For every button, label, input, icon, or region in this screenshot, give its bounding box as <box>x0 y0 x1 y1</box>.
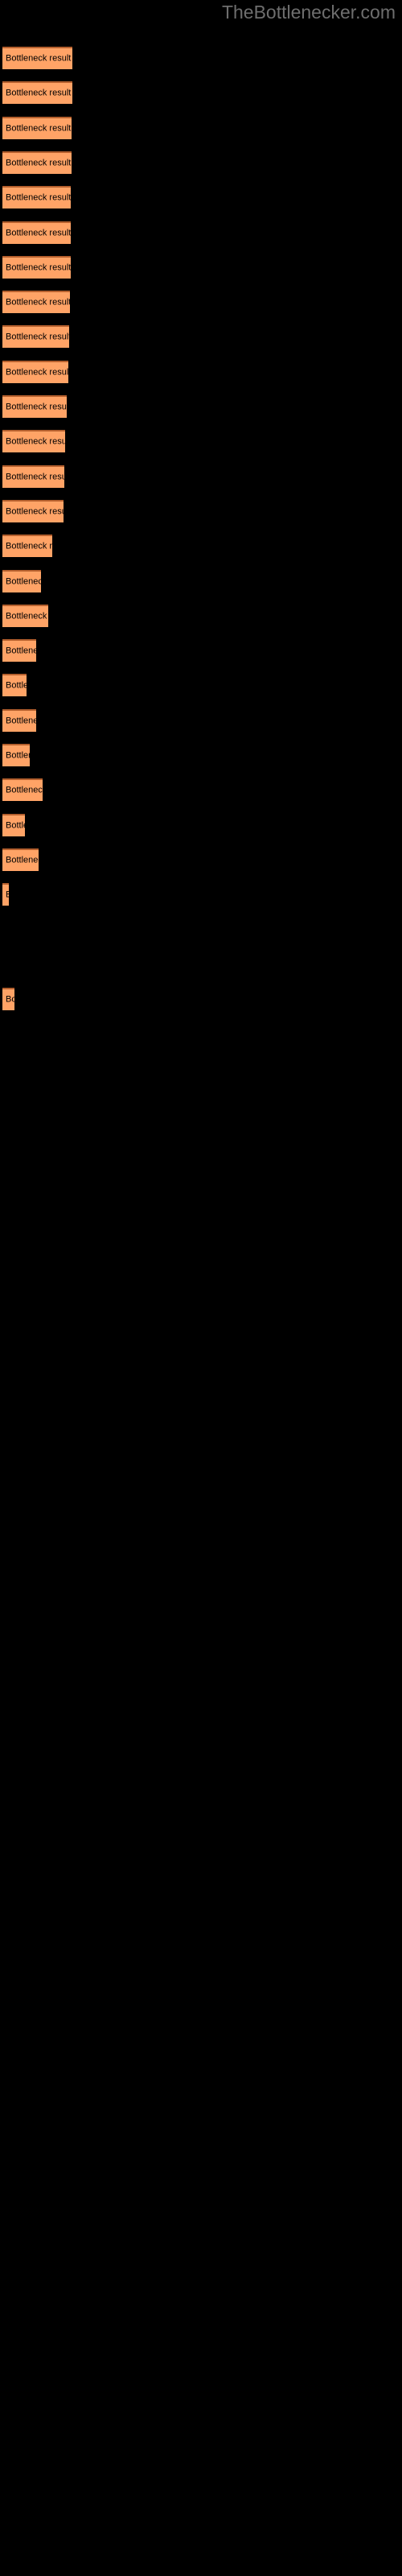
bar-label: Bottleneck result <box>6 123 72 134</box>
bar-bottleneck-result[interactable]: Bottleneck result <box>2 883 9 906</box>
bar-label: Bottleneck result <box>6 680 27 691</box>
bar-row: Bottleneck result <box>0 151 402 174</box>
bar-label: Bottleneck result <box>6 402 67 412</box>
bar-row: Bottleneck result <box>0 674 402 697</box>
bar-bottleneck-result[interactable]: Bottleneck result <box>2 116 72 139</box>
bar-bottleneck-result[interactable]: Bottleneck result <box>2 325 69 349</box>
bar-label: Bottleneck result <box>6 472 64 482</box>
bar-bottleneck-result[interactable]: Bottleneck result <box>2 988 14 1011</box>
bar-label: Bottleneck result <box>6 576 41 586</box>
bar-bottleneck-result[interactable]: Bottleneck result <box>2 535 52 558</box>
bar-label: Bottleneck result <box>6 994 14 1005</box>
bar-label: Bottleneck result <box>6 297 70 308</box>
bar-row <box>0 919 402 941</box>
bar-label: Bottleneck result <box>6 262 71 273</box>
bar-row: Bottleneck result <box>0 325 402 349</box>
bar-bottleneck-result[interactable]: Bottleneck result <box>2 848 39 871</box>
bar-bottleneck-result[interactable]: Bottleneck result <box>2 604 48 627</box>
bar-bottleneck-result[interactable]: Bottleneck result <box>2 47 72 69</box>
bar-bottleneck-result[interactable]: Bottleneck result <box>2 430 65 453</box>
bar-row: Bottleneck result <box>0 813 402 836</box>
bar-row: Bottleneck result <box>0 395 402 418</box>
bar-row: Bottleneck result <box>0 604 402 627</box>
bar-row: Bottleneck result <box>0 639 402 663</box>
bar-row: Bottleneck result <box>0 291 402 314</box>
bar-label: Bottleneck result <box>6 332 69 342</box>
bar-label: Bottleneck result <box>6 192 71 203</box>
bar-series: Bottleneck result Bottleneck result Bottle… <box>0 0 402 2576</box>
bar-bottleneck-result[interactable]: Bottleneck result <box>2 778 43 802</box>
bar-label: Bottleneck result <box>6 716 36 726</box>
bar-label: Bottleneck result <box>6 855 39 865</box>
bar-row: Bottleneck result <box>0 360 402 383</box>
bar-bottleneck-result[interactable]: Bottleneck result <box>2 395 67 418</box>
bar-label: Bottleneck result <box>6 541 52 551</box>
bar-row: Bottleneck result <box>0 848 402 871</box>
bar-row: Bottleneck result <box>0 499 402 522</box>
bar-row: Bottleneck result <box>0 47 402 69</box>
bar-row: Bottleneck result <box>0 778 402 802</box>
bar-label: Bottleneck result <box>6 158 72 168</box>
bar-row: Bottleneck result <box>0 883 402 906</box>
bar-label: Bottleneck result <box>6 436 65 447</box>
bar-label: Bottleneck result <box>6 228 71 237</box>
bar-row: Bottleneck result <box>0 116 402 139</box>
bar-row: Bottleneck result <box>0 569 402 592</box>
bar-bottleneck-result[interactable]: Bottleneck result <box>2 569 41 592</box>
bar-bottleneck-result[interactable]: Bottleneck result <box>2 464 64 488</box>
bar-bottleneck-result[interactable]: Bottleneck result <box>2 744 30 766</box>
bar-row <box>0 953 402 976</box>
bar-label: Bottleneck result <box>6 890 9 901</box>
bar-row: Bottleneck result <box>0 81 402 105</box>
bar-bottleneck-result[interactable]: Bottleneck result <box>2 151 72 174</box>
bar-bottleneck-result[interactable]: Bottleneck result <box>2 674 27 697</box>
bottleneck-chart: TheBottlenecker.com Bottleneck result Bot… <box>0 0 402 2576</box>
bar-bottleneck-result[interactable]: Bottleneck result <box>2 81 72 105</box>
bar-label: Bottleneck result <box>6 88 72 98</box>
bar-row: Bottleneck result <box>0 221 402 244</box>
bar-label: Bottleneck result <box>6 785 43 795</box>
bar-bottleneck-result[interactable]: Bottleneck result <box>2 186 71 209</box>
bar-row: Bottleneck result <box>0 988 402 1011</box>
bar-row: Bottleneck result <box>0 464 402 488</box>
bar-row: Bottleneck result <box>0 186 402 209</box>
bar-row: Bottleneck result <box>0 255 402 279</box>
bar-bottleneck-result[interactable]: Bottleneck result <box>2 813 25 836</box>
bar-bottleneck-result[interactable]: Bottleneck result <box>2 255 71 279</box>
bar-bottleneck-result[interactable]: Bottleneck result <box>2 639 36 663</box>
bar-bottleneck-result[interactable]: Bottleneck result <box>2 221 71 244</box>
bar-row: Bottleneck result <box>0 430 402 453</box>
bar-bottleneck-result[interactable]: Bottleneck result <box>2 708 36 732</box>
bar-label: Bottleneck result <box>6 611 48 621</box>
bar-label: Bottleneck result <box>6 646 36 656</box>
bar-label: Bottleneck result <box>6 750 30 761</box>
bar-bottleneck-result[interactable]: Bottleneck result <box>2 360 68 383</box>
bar-label: Bottleneck result <box>6 367 68 378</box>
bar-label: Bottleneck result <box>6 506 64 517</box>
bar-bottleneck-result[interactable]: Bottleneck result <box>2 499 64 522</box>
bar-row: Bottleneck result <box>0 744 402 766</box>
bar-bottleneck-result[interactable]: Bottleneck result <box>2 291 70 314</box>
bar-row: Bottleneck result <box>0 535 402 558</box>
bar-row: Bottleneck result <box>0 708 402 732</box>
bar-label: Bottleneck result <box>6 820 25 831</box>
bar-label: Bottleneck result <box>6 53 72 64</box>
